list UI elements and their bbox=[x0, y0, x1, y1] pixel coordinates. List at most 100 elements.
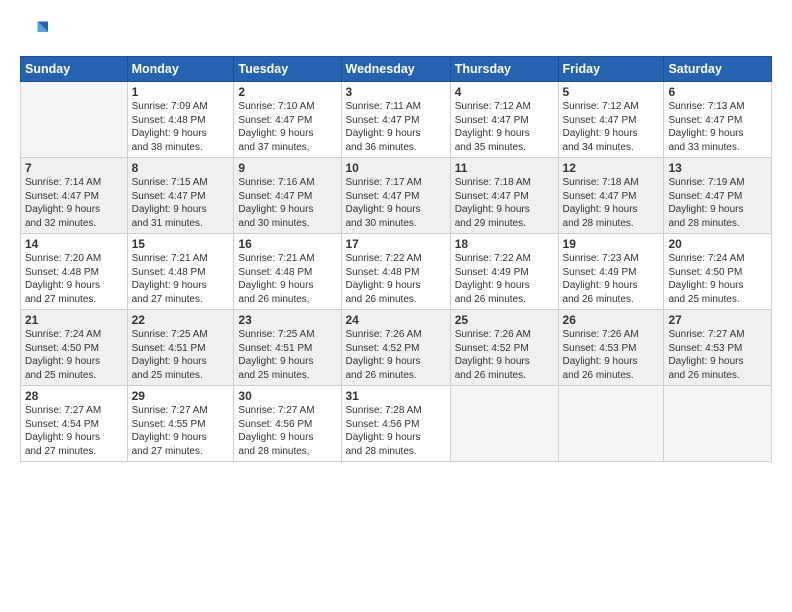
day-number: 27 bbox=[668, 313, 767, 327]
day-number: 25 bbox=[455, 313, 554, 327]
calendar-cell: 31Sunrise: 7:28 AM Sunset: 4:56 PM Dayli… bbox=[341, 386, 450, 462]
calendar-cell: 5Sunrise: 7:12 AM Sunset: 4:47 PM Daylig… bbox=[558, 82, 664, 158]
calendar-cell: 7Sunrise: 7:14 AM Sunset: 4:47 PM Daylig… bbox=[21, 158, 128, 234]
day-info: Sunrise: 7:10 AM Sunset: 4:47 PM Dayligh… bbox=[238, 100, 336, 154]
day-number: 21 bbox=[25, 313, 123, 327]
day-number: 1 bbox=[132, 85, 230, 99]
calendar-cell: 27Sunrise: 7:27 AM Sunset: 4:53 PM Dayli… bbox=[664, 310, 772, 386]
weekday-sunday: Sunday bbox=[21, 57, 128, 82]
calendar-cell: 6Sunrise: 7:13 AM Sunset: 4:47 PM Daylig… bbox=[664, 82, 772, 158]
calendar-table: SundayMondayTuesdayWednesdayThursdayFrid… bbox=[20, 56, 772, 462]
day-number: 31 bbox=[346, 389, 446, 403]
day-info: Sunrise: 7:22 AM Sunset: 4:48 PM Dayligh… bbox=[346, 252, 446, 306]
day-number: 4 bbox=[455, 85, 554, 99]
calendar-cell: 15Sunrise: 7:21 AM Sunset: 4:48 PM Dayli… bbox=[127, 234, 234, 310]
day-number: 28 bbox=[25, 389, 123, 403]
day-info: Sunrise: 7:12 AM Sunset: 4:47 PM Dayligh… bbox=[455, 100, 554, 154]
day-number: 19 bbox=[563, 237, 660, 251]
week-row-1: 1Sunrise: 7:09 AM Sunset: 4:48 PM Daylig… bbox=[21, 82, 772, 158]
day-info: Sunrise: 7:09 AM Sunset: 4:48 PM Dayligh… bbox=[132, 100, 230, 154]
calendar-cell: 8Sunrise: 7:15 AM Sunset: 4:47 PM Daylig… bbox=[127, 158, 234, 234]
day-info: Sunrise: 7:21 AM Sunset: 4:48 PM Dayligh… bbox=[238, 252, 336, 306]
page: SundayMondayTuesdayWednesdayThursdayFrid… bbox=[0, 0, 792, 612]
weekday-monday: Monday bbox=[127, 57, 234, 82]
logo bbox=[20, 18, 52, 46]
weekday-wednesday: Wednesday bbox=[341, 57, 450, 82]
day-number: 11 bbox=[455, 161, 554, 175]
calendar-cell: 20Sunrise: 7:24 AM Sunset: 4:50 PM Dayli… bbox=[664, 234, 772, 310]
day-info: Sunrise: 7:18 AM Sunset: 4:47 PM Dayligh… bbox=[455, 176, 554, 230]
day-info: Sunrise: 7:21 AM Sunset: 4:48 PM Dayligh… bbox=[132, 252, 230, 306]
week-row-3: 14Sunrise: 7:20 AM Sunset: 4:48 PM Dayli… bbox=[21, 234, 772, 310]
day-info: Sunrise: 7:25 AM Sunset: 4:51 PM Dayligh… bbox=[132, 328, 230, 382]
header bbox=[20, 18, 772, 46]
day-number: 20 bbox=[668, 237, 767, 251]
calendar-cell: 4Sunrise: 7:12 AM Sunset: 4:47 PM Daylig… bbox=[450, 82, 558, 158]
week-row-4: 21Sunrise: 7:24 AM Sunset: 4:50 PM Dayli… bbox=[21, 310, 772, 386]
calendar-cell: 25Sunrise: 7:26 AM Sunset: 4:52 PM Dayli… bbox=[450, 310, 558, 386]
day-info: Sunrise: 7:27 AM Sunset: 4:56 PM Dayligh… bbox=[238, 404, 336, 458]
day-number: 12 bbox=[563, 161, 660, 175]
calendar-cell: 17Sunrise: 7:22 AM Sunset: 4:48 PM Dayli… bbox=[341, 234, 450, 310]
day-info: Sunrise: 7:17 AM Sunset: 4:47 PM Dayligh… bbox=[346, 176, 446, 230]
day-info: Sunrise: 7:27 AM Sunset: 4:54 PM Dayligh… bbox=[25, 404, 123, 458]
weekday-thursday: Thursday bbox=[450, 57, 558, 82]
day-info: Sunrise: 7:27 AM Sunset: 4:53 PM Dayligh… bbox=[668, 328, 767, 382]
day-info: Sunrise: 7:16 AM Sunset: 4:47 PM Dayligh… bbox=[238, 176, 336, 230]
day-info: Sunrise: 7:12 AM Sunset: 4:47 PM Dayligh… bbox=[563, 100, 660, 154]
day-info: Sunrise: 7:24 AM Sunset: 4:50 PM Dayligh… bbox=[668, 252, 767, 306]
calendar-cell: 19Sunrise: 7:23 AM Sunset: 4:49 PM Dayli… bbox=[558, 234, 664, 310]
logo-icon bbox=[20, 18, 48, 46]
weekday-saturday: Saturday bbox=[664, 57, 772, 82]
calendar-cell bbox=[558, 386, 664, 462]
calendar-cell: 16Sunrise: 7:21 AM Sunset: 4:48 PM Dayli… bbox=[234, 234, 341, 310]
day-number: 14 bbox=[25, 237, 123, 251]
day-info: Sunrise: 7:24 AM Sunset: 4:50 PM Dayligh… bbox=[25, 328, 123, 382]
day-number: 18 bbox=[455, 237, 554, 251]
day-number: 15 bbox=[132, 237, 230, 251]
calendar-cell: 11Sunrise: 7:18 AM Sunset: 4:47 PM Dayli… bbox=[450, 158, 558, 234]
week-row-5: 28Sunrise: 7:27 AM Sunset: 4:54 PM Dayli… bbox=[21, 386, 772, 462]
weekday-friday: Friday bbox=[558, 57, 664, 82]
day-number: 17 bbox=[346, 237, 446, 251]
day-info: Sunrise: 7:18 AM Sunset: 4:47 PM Dayligh… bbox=[563, 176, 660, 230]
calendar-cell bbox=[450, 386, 558, 462]
day-info: Sunrise: 7:26 AM Sunset: 4:52 PM Dayligh… bbox=[346, 328, 446, 382]
day-number: 24 bbox=[346, 313, 446, 327]
calendar-cell: 28Sunrise: 7:27 AM Sunset: 4:54 PM Dayli… bbox=[21, 386, 128, 462]
day-info: Sunrise: 7:14 AM Sunset: 4:47 PM Dayligh… bbox=[25, 176, 123, 230]
day-number: 16 bbox=[238, 237, 336, 251]
day-info: Sunrise: 7:13 AM Sunset: 4:47 PM Dayligh… bbox=[668, 100, 767, 154]
day-number: 30 bbox=[238, 389, 336, 403]
calendar-cell: 21Sunrise: 7:24 AM Sunset: 4:50 PM Dayli… bbox=[21, 310, 128, 386]
day-info: Sunrise: 7:27 AM Sunset: 4:55 PM Dayligh… bbox=[132, 404, 230, 458]
day-info: Sunrise: 7:22 AM Sunset: 4:49 PM Dayligh… bbox=[455, 252, 554, 306]
day-number: 3 bbox=[346, 85, 446, 99]
calendar-cell: 29Sunrise: 7:27 AM Sunset: 4:55 PM Dayli… bbox=[127, 386, 234, 462]
day-info: Sunrise: 7:15 AM Sunset: 4:47 PM Dayligh… bbox=[132, 176, 230, 230]
calendar-cell bbox=[21, 82, 128, 158]
day-info: Sunrise: 7:19 AM Sunset: 4:47 PM Dayligh… bbox=[668, 176, 767, 230]
week-row-2: 7Sunrise: 7:14 AM Sunset: 4:47 PM Daylig… bbox=[21, 158, 772, 234]
calendar-cell: 9Sunrise: 7:16 AM Sunset: 4:47 PM Daylig… bbox=[234, 158, 341, 234]
day-info: Sunrise: 7:26 AM Sunset: 4:53 PM Dayligh… bbox=[563, 328, 660, 382]
day-info: Sunrise: 7:11 AM Sunset: 4:47 PM Dayligh… bbox=[346, 100, 446, 154]
calendar-cell: 12Sunrise: 7:18 AM Sunset: 4:47 PM Dayli… bbox=[558, 158, 664, 234]
day-number: 7 bbox=[25, 161, 123, 175]
day-info: Sunrise: 7:23 AM Sunset: 4:49 PM Dayligh… bbox=[563, 252, 660, 306]
calendar-cell bbox=[664, 386, 772, 462]
calendar-cell: 10Sunrise: 7:17 AM Sunset: 4:47 PM Dayli… bbox=[341, 158, 450, 234]
calendar-cell: 22Sunrise: 7:25 AM Sunset: 4:51 PM Dayli… bbox=[127, 310, 234, 386]
day-info: Sunrise: 7:20 AM Sunset: 4:48 PM Dayligh… bbox=[25, 252, 123, 306]
calendar-cell: 23Sunrise: 7:25 AM Sunset: 4:51 PM Dayli… bbox=[234, 310, 341, 386]
day-info: Sunrise: 7:25 AM Sunset: 4:51 PM Dayligh… bbox=[238, 328, 336, 382]
weekday-header-row: SundayMondayTuesdayWednesdayThursdayFrid… bbox=[21, 57, 772, 82]
weekday-tuesday: Tuesday bbox=[234, 57, 341, 82]
calendar-cell: 3Sunrise: 7:11 AM Sunset: 4:47 PM Daylig… bbox=[341, 82, 450, 158]
calendar-cell: 18Sunrise: 7:22 AM Sunset: 4:49 PM Dayli… bbox=[450, 234, 558, 310]
calendar-cell: 30Sunrise: 7:27 AM Sunset: 4:56 PM Dayli… bbox=[234, 386, 341, 462]
calendar-cell: 13Sunrise: 7:19 AM Sunset: 4:47 PM Dayli… bbox=[664, 158, 772, 234]
day-number: 2 bbox=[238, 85, 336, 99]
day-number: 13 bbox=[668, 161, 767, 175]
day-number: 10 bbox=[346, 161, 446, 175]
